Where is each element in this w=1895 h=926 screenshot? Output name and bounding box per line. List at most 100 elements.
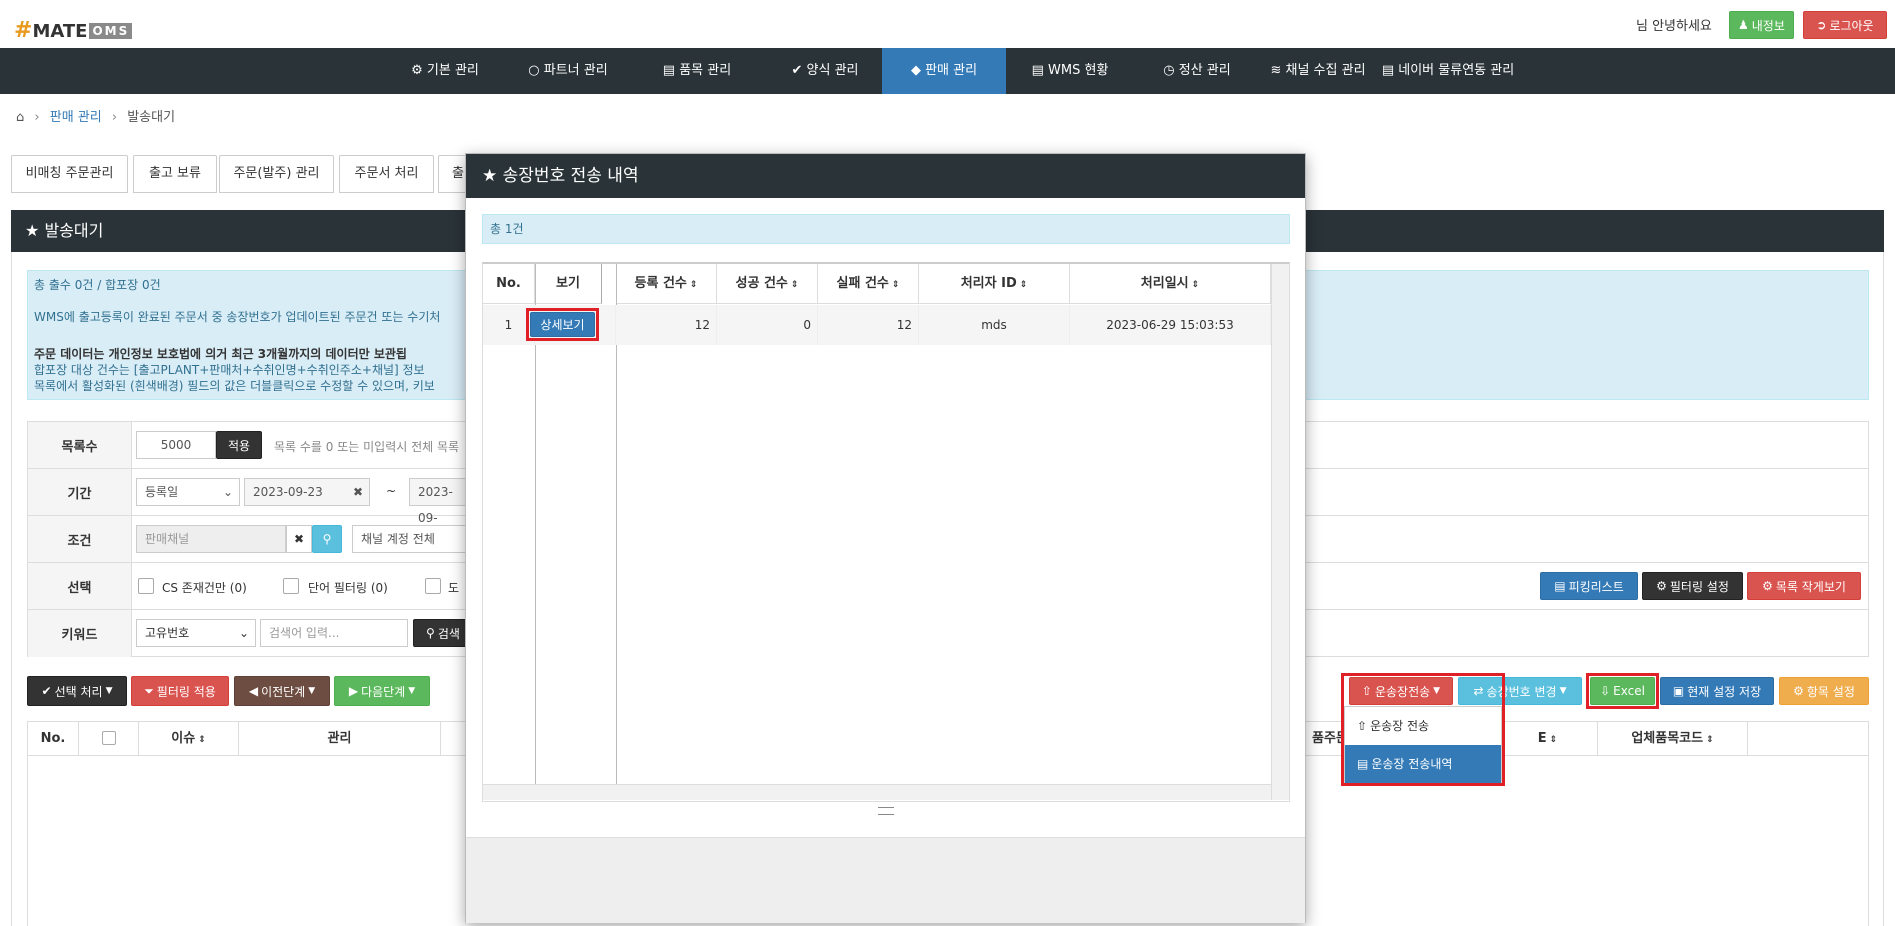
col-e[interactable]: E ⇕ <box>1498 722 1598 756</box>
logout-button[interactable]: ➲ 로그아웃 <box>1803 11 1887 39</box>
waybill-history-modal: ★ 송장번호 전송 내역 총 1건 No. 보기 등록 건수 ⇕ 성공 건수 ⇕ 실… <box>465 153 1306 923</box>
menu-item-waybill-history[interactable]: ▤ 운송장 전송내역 <box>1345 745 1501 783</box>
modal-col-user[interactable]: 처리자 ID ⇕ <box>919 264 1070 304</box>
panel-title: 발송대기 <box>44 221 104 240</box>
period-type-select[interactable]: 등록일 ⌄ <box>136 478 240 506</box>
user-icon: ♟ <box>1738 18 1749 32</box>
caret-down-icon: ▼ <box>308 686 316 696</box>
list-icon: ▤ <box>662 63 676 78</box>
modal-col-registered[interactable]: 등록 건수 ⇕ <box>616 264 717 304</box>
modal-cell-failed: 12 <box>818 305 919 345</box>
diamond-icon: ◆ <box>910 63 921 78</box>
modal-total: 총 1건 <box>482 214 1290 244</box>
list-icon: ▤ <box>1554 579 1566 593</box>
tab-unmatched[interactable]: 비매칭 주문관리 <box>11 155 128 193</box>
gear-icon: ⚙ <box>1656 579 1667 593</box>
search-button[interactable]: ⚲ 검색 <box>413 619 473 647</box>
select-all-checkbox[interactable] <box>101 731 116 745</box>
col-issue[interactable]: 이슈 ⇕ <box>139 722 239 756</box>
date-separator: ~ <box>386 484 397 498</box>
info-line: WMS에 출고등록이 완료된 주문서 중 송장번호가 업데이트된 주문건 또는 … <box>34 310 441 324</box>
sort-icon: ⇕ <box>1019 280 1028 290</box>
nav-item-partner[interactable]: ○ 파트너 관리 <box>518 48 618 94</box>
select-process-button[interactable]: ✔ 선택 처리 ▼ <box>27 676 127 706</box>
modal-cell-user: mds <box>919 305 1070 345</box>
main-nav: ⚙ 기본 관리 ○ 파트너 관리 ▤ 품목 관리 ✔ 양식 관리 ◆ 판매 관리… <box>0 48 1895 94</box>
col-manage[interactable]: 관리 <box>239 722 441 756</box>
chevron-down-icon: ⌄ <box>222 485 233 499</box>
nav-item-form[interactable]: ✔ 양식 관리 <box>780 48 870 94</box>
resize-handle-icon[interactable] <box>878 807 894 815</box>
word-filter-checkbox[interactable] <box>283 578 299 594</box>
sort-icon: ⇕ <box>689 280 698 290</box>
modal-footer <box>466 837 1305 923</box>
column-setting-button[interactable]: ⚙ 항목 설정 <box>1779 677 1869 705</box>
sort-icon: ⇕ <box>1706 735 1714 745</box>
save-current-button[interactable]: ▣ 현재 설정 저장 <box>1660 677 1774 705</box>
logo-sub-text: OMS <box>89 23 133 39</box>
info-line: 주문 데이터는 개인정보 보호법에 의거 최근 3개월까지의 데이터만 보관됩 <box>34 347 407 361</box>
nav-item-basic[interactable]: ⚙ 기본 관리 <box>400 48 490 94</box>
nav-item-product[interactable]: ▤ 품목 관리 <box>652 48 742 94</box>
picking-list-button[interactable]: ▤ 피킹리스트 <box>1540 572 1638 600</box>
clear-channel-icon[interactable]: ✖ <box>286 525 312 553</box>
date-to-input[interactable]: 2023-09- <box>409 478 469 525</box>
myinfo-button[interactable]: ♟ 내정보 <box>1729 11 1794 39</box>
tab-hold[interactable]: 출고 보류 <box>133 155 217 193</box>
tab-order-process[interactable]: 주문서 처리 <box>339 155 434 193</box>
filter-apply-button[interactable]: ⏷ 필터링 적용 <box>131 676 229 706</box>
home-icon[interactable]: ⌂ <box>16 110 24 125</box>
nav-item-settlement[interactable]: ◷ 정산 관리 <box>1152 48 1242 94</box>
list-icon: ▤ <box>1357 757 1369 771</box>
extra-checkbox[interactable] <box>425 578 441 594</box>
app-logo[interactable]: #MATE OMS <box>14 18 133 43</box>
modal-col-no[interactable]: No. <box>483 264 535 304</box>
sort-icon: ⇕ <box>891 280 900 290</box>
word-filter-label: 단어 필터링 (0) <box>308 581 388 595</box>
account-select[interactable]: 채널 계정 전체 <box>352 525 472 553</box>
date-from-input[interactable]: 2023-09-23 ✖ <box>244 478 370 506</box>
list-small-button[interactable]: ⚙ 목록 작게보기 <box>1747 572 1861 600</box>
nav-item-sales[interactable]: ◆ 판매 관리 <box>882 48 1006 94</box>
tab-order-manage[interactable]: 주문(발주) 관리 <box>219 155 334 193</box>
rows-input[interactable]: 5000 <box>136 431 216 459</box>
channel-input[interactable]: 판매채널 <box>136 525 286 553</box>
modal-col-datetime[interactable]: 처리일시 ⇕ <box>1070 264 1271 304</box>
modal-grid-scrollbar[interactable] <box>1271 264 1289 800</box>
modal-col-success[interactable]: 성공 건수 ⇕ <box>717 264 818 304</box>
gear-icon: ⚙ <box>1762 579 1773 593</box>
modal-col-failed[interactable]: 실패 건수 ⇕ <box>818 264 919 304</box>
filter-icon: ⏷ <box>144 683 154 698</box>
col-vendor-code[interactable]: 업체품목코드 ⇕ <box>1598 722 1748 756</box>
sort-icon: ⇕ <box>790 280 799 290</box>
nav-item-channel[interactable]: ≋ 채널 수집 관리 <box>1266 48 1370 94</box>
menu-item-waybill-send[interactable]: ⇧ 운송장 전송 <box>1345 707 1501 745</box>
search-icon: ⚲ <box>322 532 332 546</box>
col-select-all[interactable] <box>79 722 139 756</box>
modal-cell-success: 0 <box>717 305 818 345</box>
filter-setting-button[interactable]: ⚙ 필터링 설정 <box>1642 572 1743 600</box>
top-bar: #MATE OMS 님 안녕하세요 ♟ 내정보 ➲ 로그아웃 <box>0 0 1895 48</box>
gear-icon: ⚙ <box>1793 684 1804 698</box>
apply-rows-button[interactable]: 적용 <box>216 431 262 459</box>
keyword-type-select[interactable]: 고유번호 ⌄ <box>136 619 256 647</box>
nav-item-naver[interactable]: ▤ 네이버 물류연동 관리 <box>1380 48 1516 94</box>
prev-step-button[interactable]: ◀ 이전단계 ▼ <box>234 676 330 706</box>
cs-only-label: CS 존재건만 (0) <box>162 581 247 595</box>
breadcrumb-sales[interactable]: 판매 관리 <box>50 110 102 125</box>
check-icon: ✔ <box>791 63 803 78</box>
next-step-button[interactable]: ▶ 다음단계 ▼ <box>334 676 430 706</box>
detail-view-button[interactable]: 상세보기 <box>530 312 595 337</box>
search-channel-button[interactable]: ⚲ <box>312 525 342 553</box>
chevron-down-icon: ⌄ <box>238 626 249 640</box>
modal-col-view[interactable]: 보기 <box>535 264 602 304</box>
keyword-input[interactable]: 검색어 입력... <box>260 619 408 647</box>
modal-grid-hscroll[interactable] <box>483 784 1271 800</box>
cs-only-checkbox[interactable] <box>138 578 154 594</box>
nav-item-wms[interactable]: ▤ WMS 현황 <box>1022 48 1118 94</box>
prev-icon: ◀ <box>248 684 259 698</box>
star-icon: ★ <box>482 166 498 186</box>
col-no[interactable]: No. <box>28 722 79 756</box>
clear-icon[interactable]: ✖ <box>353 479 363 505</box>
greeting-text: 님 안녕하세요 <box>1636 19 1712 34</box>
